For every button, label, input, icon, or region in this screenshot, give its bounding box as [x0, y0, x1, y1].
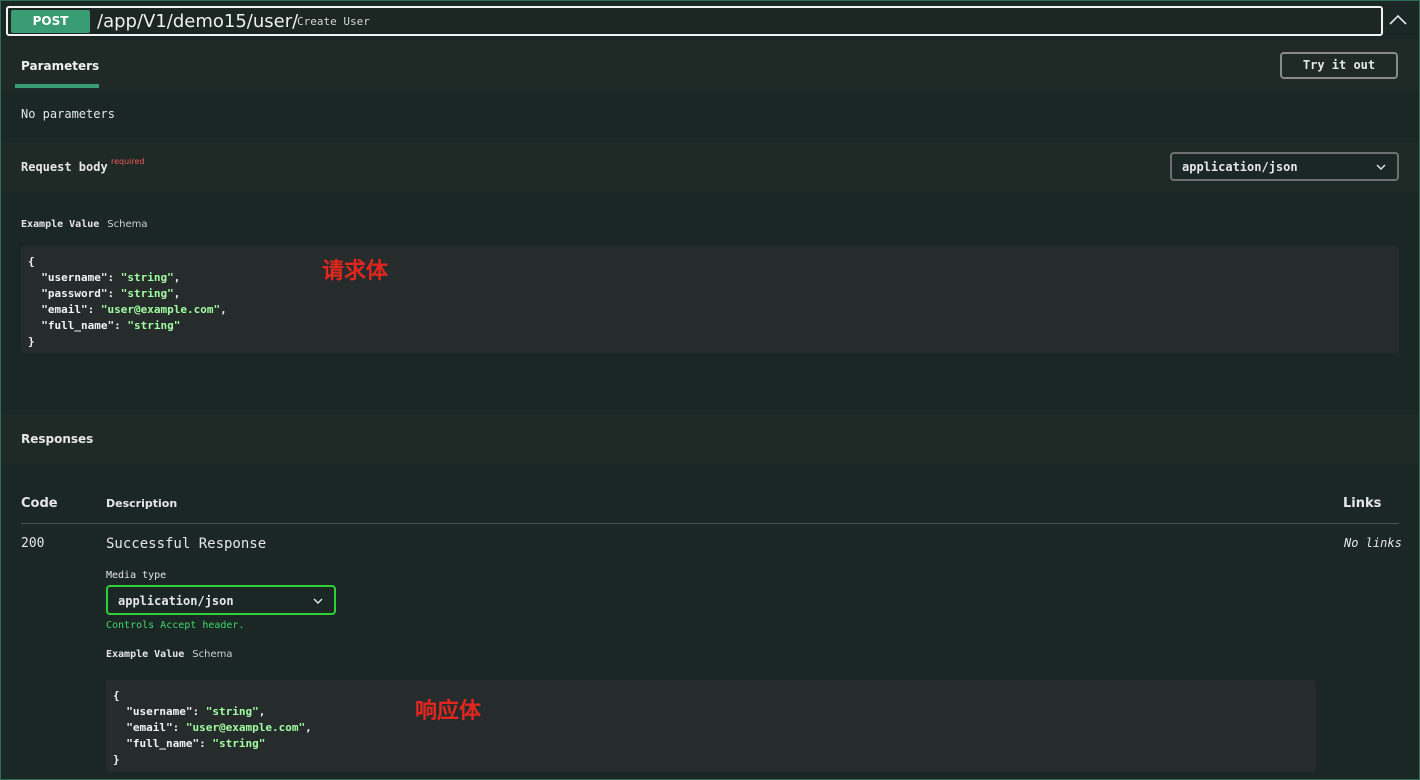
tab-schema[interactable]: Schema	[192, 649, 232, 660]
accept-header-note: Controls Accept header.	[106, 620, 245, 631]
column-code-header: Code	[21, 496, 58, 511]
code-line: {	[28, 255, 35, 268]
request-example-code: { "username": "string", "password": "str…	[21, 246, 1399, 353]
response-media-type-value: application/json	[118, 594, 234, 608]
responses-header	[1, 414, 1419, 464]
media-type-label: Media type	[106, 570, 167, 581]
request-content-type-select[interactable]: application/json	[1170, 152, 1399, 181]
code-line: "full_name": "string"	[113, 737, 266, 750]
try-it-out-button[interactable]: Try it out	[1280, 52, 1398, 79]
response-body-annotation: 响应体	[415, 699, 482, 724]
response-links: No links	[1344, 536, 1402, 550]
response-example-tabs: Example Value Schema	[106, 649, 233, 660]
code-line: {	[113, 689, 120, 702]
parameters-header	[1, 39, 1419, 91]
chevron-up-icon[interactable]	[1387, 9, 1409, 31]
code-line: }	[28, 335, 35, 348]
request-body-label: Request body	[21, 160, 108, 174]
column-description-header: Description	[106, 497, 178, 510]
code-line: "username": "string",	[28, 271, 181, 284]
active-tab-indicator	[15, 84, 99, 88]
column-links-header: Links	[1343, 496, 1382, 511]
no-parameters-text: No parameters	[21, 107, 115, 121]
chevron-down-icon	[313, 598, 323, 604]
endpoint-path: /app/V1/demo15/user/	[97, 11, 299, 32]
operation-block: POST /app/V1/demo15/user/ Create User Pa…	[0, 0, 1420, 780]
required-marker: required	[111, 157, 145, 166]
tab-example-value[interactable]: Example Value	[106, 649, 184, 660]
chevron-down-icon	[1376, 164, 1386, 170]
code-line: "username": "string",	[113, 705, 266, 718]
code-line: "full_name": "string"	[28, 319, 181, 332]
response-media-type-select[interactable]: application/json	[106, 585, 336, 615]
operation-summary[interactable]: POST /app/V1/demo15/user/ Create User	[6, 6, 1383, 36]
response-code: 200	[21, 536, 45, 551]
responses-title: Responses	[21, 432, 94, 446]
operation-description: Create User	[297, 15, 370, 28]
request-body-annotation: 请求体	[322, 259, 389, 284]
code-line: "email": "user@example.com",	[113, 721, 312, 734]
response-example-code: { "username": "string", "email": "user@e…	[106, 680, 1316, 772]
request-example-tabs: Example Value Schema	[21, 219, 148, 230]
tab-example-value[interactable]: Example Value	[21, 219, 99, 230]
tab-parameters[interactable]: Parameters	[21, 59, 99, 73]
code-line: }	[113, 753, 120, 766]
tab-schema[interactable]: Schema	[107, 219, 147, 230]
code-line: "email": "user@example.com",	[28, 303, 227, 316]
method-badge: POST	[11, 10, 90, 33]
request-content-type-value: application/json	[1182, 160, 1298, 174]
code-line: "password": "string",	[28, 287, 181, 300]
response-description: Successful Response	[106, 536, 267, 552]
table-divider	[21, 523, 1399, 524]
